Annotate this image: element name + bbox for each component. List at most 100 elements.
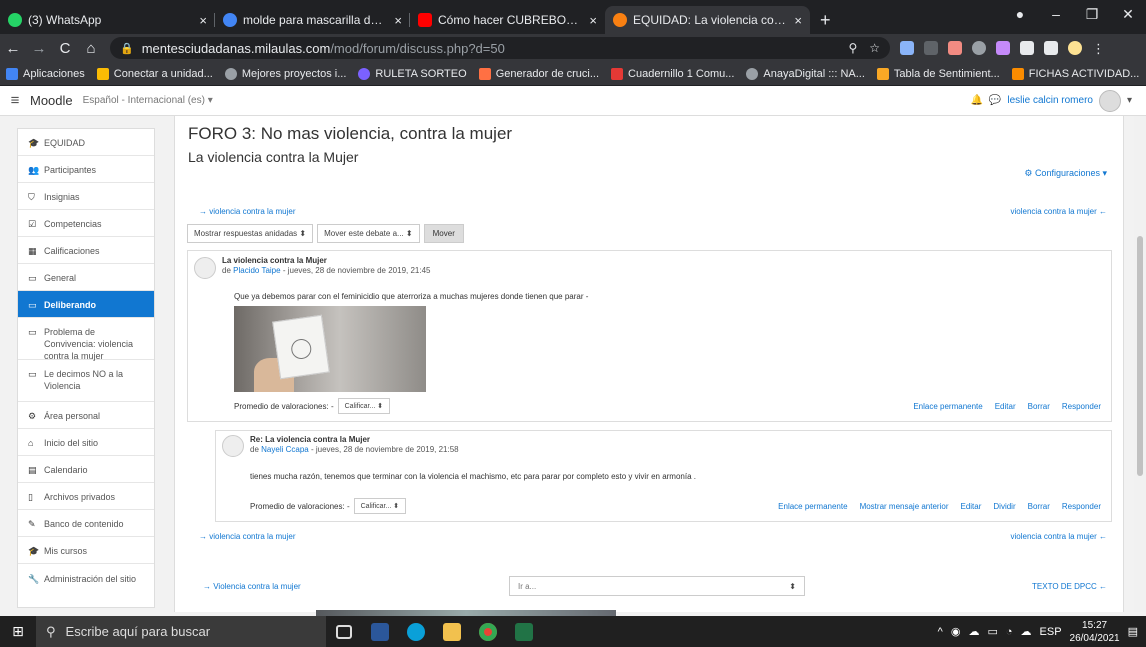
bookmark-item[interactable]: RULETA SORTEO (352, 67, 472, 80)
avatar[interactable] (194, 257, 216, 279)
delete-link[interactable]: Borrar (1028, 502, 1050, 511)
bookmark-item[interactable]: Conectar a unidad... (91, 67, 219, 80)
permalink-link[interactable]: Enlace permanente (913, 402, 982, 411)
excel-icon[interactable] (506, 616, 542, 647)
scrollbar-thumb[interactable] (1137, 236, 1143, 476)
rating-select[interactable]: Calificar... ⬍ (337, 398, 391, 414)
reply-link[interactable]: Responder (1062, 402, 1101, 411)
chevron-down-icon[interactable]: ▾ (1127, 95, 1132, 106)
next-discussion-link[interactable]: violencia contra la mujer ← (1011, 207, 1107, 216)
avatar[interactable] (222, 435, 244, 457)
rating-select[interactable]: Calificar... ⬍ (353, 498, 407, 514)
sidebar-item-banco-contenido[interactable]: ✎ Banco de contenido (18, 510, 154, 537)
back-icon[interactable]: ← (0, 40, 26, 57)
chevron-up-icon[interactable]: ^ (938, 626, 943, 638)
onedrive-icon[interactable]: ☁ (1021, 625, 1032, 638)
author-link[interactable]: Placido Taipe (233, 266, 280, 275)
close-icon[interactable]: × (394, 13, 402, 28)
new-tab-button[interactable]: + (810, 6, 841, 34)
close-window-icon[interactable]: ✕ (1110, 6, 1146, 23)
sidebar-item-inicio-sitio[interactable]: ⌂ Inicio del sitio (18, 429, 154, 456)
bookmark-item[interactable]: Generador de cruci... (473, 67, 605, 80)
task-view-icon[interactable] (326, 616, 362, 647)
notifications-icon[interactable]: ▤ (1128, 625, 1138, 638)
next-activity-link[interactable]: TEXTO DE DPCC ← (1032, 582, 1107, 591)
extension-icon[interactable] (924, 41, 938, 55)
windows-start-icon[interactable]: ⊞ (0, 623, 36, 640)
forward-icon[interactable]: → (26, 40, 52, 57)
author-link[interactable]: Nayeli Ccapa (261, 445, 309, 454)
battery-icon[interactable]: ▭ (987, 625, 997, 638)
minimize-icon[interactable]: – (1038, 6, 1074, 22)
move-discussion-select[interactable]: Mover este debate a... ⬍ (317, 224, 420, 243)
star-icon[interactable]: ☆ (869, 41, 880, 55)
tab-whatsapp[interactable]: (3) WhatsApp × (0, 6, 215, 34)
bookmark-item[interactable]: AnayaDigital ::: NA... (740, 67, 871, 80)
bookmark-item[interactable]: Cuadernillo 1 Comu... (605, 67, 740, 80)
wifi-icon[interactable]: ◔ (1006, 626, 1013, 638)
next-discussion-link[interactable]: violencia contra la mujer ← (1011, 532, 1107, 541)
delete-link[interactable]: Borrar (1028, 402, 1050, 411)
sidebar-item-administracion[interactable]: 🔧 Administración del sitio (18, 564, 154, 594)
close-icon[interactable]: × (199, 13, 207, 28)
sidebar-item-problema-convivencia[interactable]: ▭ Problema de Convivencia: violencia cont… (18, 318, 154, 361)
site-brand[interactable]: Moodle (30, 93, 73, 108)
edit-link[interactable]: Editar (995, 402, 1016, 411)
sidebar-item-participantes[interactable]: 👥 Participantes (18, 156, 154, 183)
sidebar-item-deliberando[interactable]: ▭ Deliberando (18, 291, 154, 318)
tab-molde[interactable]: molde para mascarilla de niños - × (215, 6, 410, 34)
avatar[interactable] (1098, 89, 1121, 112)
settings-menu[interactable]: ⚙ Configuraciones ▾ (1024, 168, 1107, 179)
bookmark-item[interactable]: Mejores proyectos i... (219, 67, 353, 80)
extension-icon[interactable] (900, 41, 914, 55)
show-parent-link[interactable]: Mostrar mensaje anterior (860, 502, 949, 511)
cloud-icon[interactable]: ☁ (968, 625, 979, 638)
maximize-icon[interactable]: ❐ (1074, 6, 1110, 23)
sidebar-item-calendario[interactable]: ▤ Calendario (18, 456, 154, 483)
file-explorer-icon[interactable] (434, 616, 470, 647)
reply-link[interactable]: Responder (1062, 502, 1101, 511)
puzzle-icon[interactable] (1020, 41, 1034, 55)
home-icon[interactable]: ⌂ (78, 40, 104, 57)
sidebar-item-equidad[interactable]: 🎓 EQUIDAD (18, 129, 154, 156)
move-button[interactable]: Mover (423, 224, 464, 243)
user-menu-name[interactable]: leslie calcin romero (1007, 95, 1093, 106)
reload-icon[interactable]: C (52, 40, 78, 57)
word-icon[interactable] (362, 616, 398, 647)
taskbar-search[interactable]: ⚲ Escribe aquí para buscar (36, 616, 326, 647)
sidebar-item-insignias[interactable]: ⛉ Insignias (18, 183, 154, 210)
edit-link[interactable]: Editar (960, 502, 981, 511)
playlist-icon[interactable] (1044, 41, 1058, 55)
edge-icon[interactable] (398, 616, 434, 647)
prev-discussion-link[interactable]: → violencia contra la mujer (199, 207, 295, 216)
tab-equidad[interactable]: EQUIDAD: La violencia contra la × (605, 6, 810, 34)
prev-activity-link[interactable]: → Violencia contra la mujer (203, 582, 301, 591)
close-icon[interactable]: × (589, 13, 597, 28)
sidebar-item-mis-cursos[interactable]: 🎓 Mis cursos (18, 537, 154, 564)
close-icon[interactable]: × (794, 13, 802, 28)
sidebar-item-calificaciones[interactable]: ▦ Calificaciones (18, 237, 154, 264)
tab-youtube[interactable]: Cómo hacer CUBREBOCAS para × (410, 6, 605, 34)
sidebar-item-area-personal[interactable]: ⚙ Área personal (18, 402, 154, 429)
display-mode-select[interactable]: Mostrar respuestas anidadas ⬍ (187, 224, 314, 243)
url-bar[interactable]: 🔒 mentesciudadanas.milaulas.com /mod/for… (110, 37, 890, 59)
bell-icon[interactable]: 🔔 (970, 95, 982, 106)
prev-discussion-link[interactable]: → violencia contra la mujer (199, 532, 295, 541)
language-indicator[interactable]: ESP (1040, 626, 1062, 638)
extension-icon[interactable] (972, 41, 986, 55)
sidebar-item-competencias[interactable]: ☑ Competencias (18, 210, 154, 237)
bookmark-item[interactable]: FICHAS ACTIVIDAD... (1006, 67, 1146, 80)
chat-icon[interactable]: 💬 (989, 95, 1001, 106)
bookmark-item[interactable]: Aplicaciones (0, 67, 91, 80)
extension-icon[interactable] (948, 41, 962, 55)
network-icon[interactable]: ◉ (951, 625, 961, 638)
zoom-icon[interactable]: ⚲ (848, 41, 857, 55)
clock[interactable]: 15:27 26/04/2021 (1070, 619, 1120, 645)
split-link[interactable]: Dividir (993, 502, 1015, 511)
hamburger-icon[interactable]: ≡ (0, 92, 30, 109)
language-menu[interactable]: Español - Internacional (es) ▾ (83, 95, 213, 106)
page-scrollbar[interactable] (1134, 116, 1146, 612)
sidebar-item-general[interactable]: ▭ General (18, 264, 154, 291)
avatar[interactable] (1068, 41, 1082, 55)
chrome-icon[interactable] (470, 616, 506, 647)
